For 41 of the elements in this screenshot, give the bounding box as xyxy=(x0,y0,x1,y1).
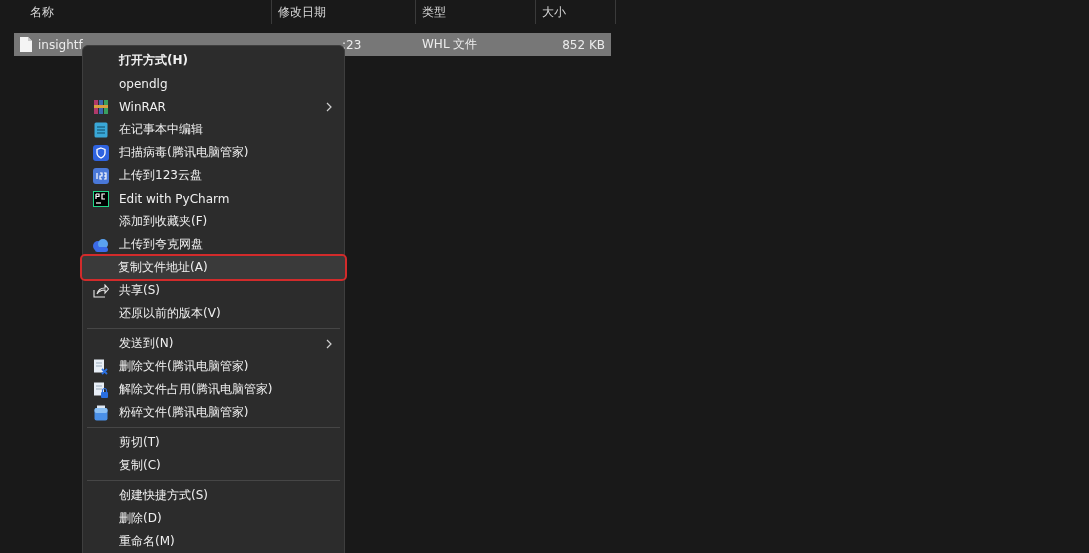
menu-item[interactable]: 扫描病毒(腾讯电脑管家) xyxy=(83,141,344,164)
file-name: insightf xyxy=(38,37,83,52)
pycharm-icon xyxy=(93,190,109,207)
menu-item[interactable]: 复制(C) xyxy=(83,454,344,477)
document-delete-icon xyxy=(93,358,109,375)
chevron-right-icon xyxy=(326,338,332,349)
menu-item[interactable]: opendlg xyxy=(83,72,344,95)
file-icon xyxy=(20,37,32,52)
menu-item[interactable]: 还原以前的版本(V) xyxy=(83,302,344,325)
column-header[interactable]: 名称 xyxy=(0,0,272,24)
shredder-icon xyxy=(94,404,108,421)
file-size: 852 KB xyxy=(562,37,605,52)
menu-item[interactable]: 在记事本中编辑 xyxy=(83,118,344,141)
menu-item[interactable]: 删除文件(腾讯电脑管家) xyxy=(83,355,344,378)
shield-icon xyxy=(93,144,109,161)
menu-item[interactable]: 剪切(T) xyxy=(83,431,344,454)
menu-item[interactable]: WinRAR xyxy=(83,95,344,118)
menu-item[interactable]: 共享(S) xyxy=(83,279,344,302)
modified-date: :23 xyxy=(342,37,362,52)
cloud-drive-icon xyxy=(93,167,109,184)
chevron-right-icon xyxy=(326,101,332,112)
menu-item[interactable]: 添加到收藏夹(F) xyxy=(83,210,344,233)
column-header[interactable]: 修改日期 xyxy=(272,0,416,24)
menu-item[interactable]: 上传到夸克网盘 xyxy=(83,233,344,256)
document-lock-icon xyxy=(93,381,109,398)
menu-item[interactable]: 创建快捷方式(S) xyxy=(83,484,344,507)
menu-item[interactable]: 删除(D) xyxy=(83,507,344,530)
menu-item[interactable]: 发送到(N) xyxy=(83,332,344,355)
column-header[interactable]: 大小 xyxy=(536,0,616,24)
cloud-icon xyxy=(92,237,110,252)
menu-item[interactable]: 粉碎文件(腾讯电脑管家) xyxy=(83,401,344,424)
menu-item[interactable]: 上传到123云盘 xyxy=(83,164,344,187)
menu-item[interactable]: 重命名(M) xyxy=(83,530,344,553)
file-type: WHL 文件 xyxy=(422,36,478,53)
share-icon xyxy=(93,283,109,298)
column-header[interactable]: 类型 xyxy=(416,0,536,24)
menu-item[interactable]: 复制文件地址(A) xyxy=(82,256,345,279)
menu-item[interactable]: 解除文件占用(腾讯电脑管家) xyxy=(83,378,344,401)
menu-item[interactable]: Edit with PyCharm xyxy=(83,187,344,210)
books-icon xyxy=(93,98,109,115)
notepad-icon xyxy=(94,121,108,138)
